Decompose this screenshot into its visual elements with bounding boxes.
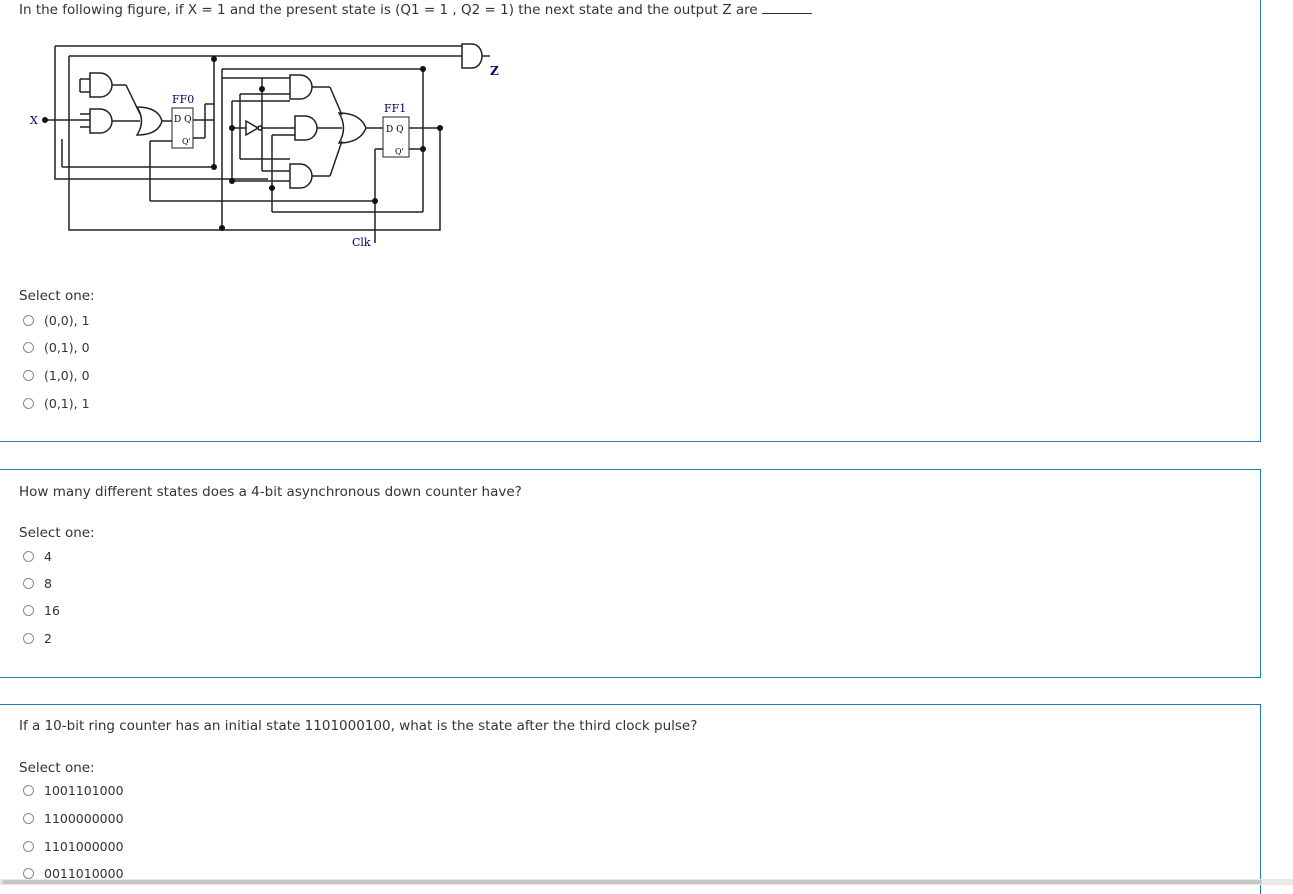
- select-one-label: Select one:: [19, 760, 95, 776]
- radio-button[interactable]: [23, 578, 34, 589]
- q1-option-1[interactable]: (0,0), 1: [23, 313, 90, 328]
- option-label: 8: [44, 576, 52, 591]
- option-label: (1,0), 0: [44, 368, 90, 383]
- radio-button[interactable]: [23, 785, 34, 796]
- option-label: 2: [44, 631, 52, 646]
- radio-button[interactable]: [23, 841, 34, 852]
- q1-option-2[interactable]: (0,1), 0: [23, 340, 90, 355]
- scrollbar-thumb[interactable]: [2, 880, 1262, 884]
- ff1-label: FF1: [384, 102, 406, 115]
- x-input-label: X: [30, 114, 38, 127]
- question-2-card: How many different states does a 4-bit a…: [0, 469, 1261, 678]
- question-1-card: In the following figure, if X = 1 and th…: [0, 0, 1261, 442]
- q2-option-1[interactable]: 4: [23, 549, 52, 564]
- question-1-text: In the following figure, if X = 1 and th…: [19, 2, 812, 18]
- radio-button[interactable]: [23, 868, 34, 879]
- option-label: 1001101000: [44, 783, 124, 798]
- circuit-diagram: FF0 D Q Q' FF1 D Q Q' X Z Clk: [30, 43, 499, 249]
- option-label: 16: [44, 603, 60, 618]
- select-one-label: Select one:: [19, 288, 95, 304]
- ff1-qbar-label: Q': [395, 147, 404, 156]
- clk-label: Clk: [352, 236, 371, 249]
- q2-option-3[interactable]: 16: [23, 603, 60, 618]
- q2-option-2[interactable]: 8: [23, 576, 52, 591]
- radio-button[interactable]: [23, 551, 34, 562]
- radio-button[interactable]: [23, 633, 34, 644]
- q1-option-4[interactable]: (0,1), 1: [23, 396, 90, 411]
- q3-option-2[interactable]: 1100000000: [23, 811, 124, 826]
- option-label: 4: [44, 549, 52, 564]
- question-3-text: If a 10-bit ring counter has an initial …: [19, 718, 698, 734]
- radio-button[interactable]: [23, 605, 34, 616]
- option-label: 1100000000: [44, 811, 124, 826]
- radio-button[interactable]: [23, 370, 34, 381]
- ff1-dq-label: D Q: [386, 125, 403, 135]
- q1-option-3[interactable]: (1,0), 0: [23, 368, 90, 383]
- radio-button[interactable]: [23, 342, 34, 353]
- question-2-text: How many different states does a 4-bit a…: [19, 484, 522, 500]
- z-output-label: Z: [490, 64, 499, 78]
- q3-option-1[interactable]: 1001101000: [23, 783, 124, 798]
- q3-option-3[interactable]: 1101000000: [23, 839, 124, 854]
- option-label: (0,1), 0: [44, 340, 90, 355]
- radio-button[interactable]: [23, 398, 34, 409]
- ff0-label: FF0: [172, 93, 194, 106]
- ff0-dq-label: D Q: [174, 115, 191, 125]
- radio-button[interactable]: [23, 315, 34, 326]
- select-one-label: Select one:: [19, 525, 95, 541]
- option-label: (0,1), 1: [44, 396, 90, 411]
- ff0-qbar-label: Q': [182, 137, 191, 146]
- option-label: 1101000000: [44, 839, 124, 854]
- answer-blank: [761, 3, 812, 14]
- q2-option-4[interactable]: 2: [23, 631, 52, 646]
- question-3-card: If a 10-bit ring counter has an initial …: [0, 704, 1261, 894]
- radio-button[interactable]: [23, 813, 34, 824]
- option-label: (0,0), 1: [44, 313, 90, 328]
